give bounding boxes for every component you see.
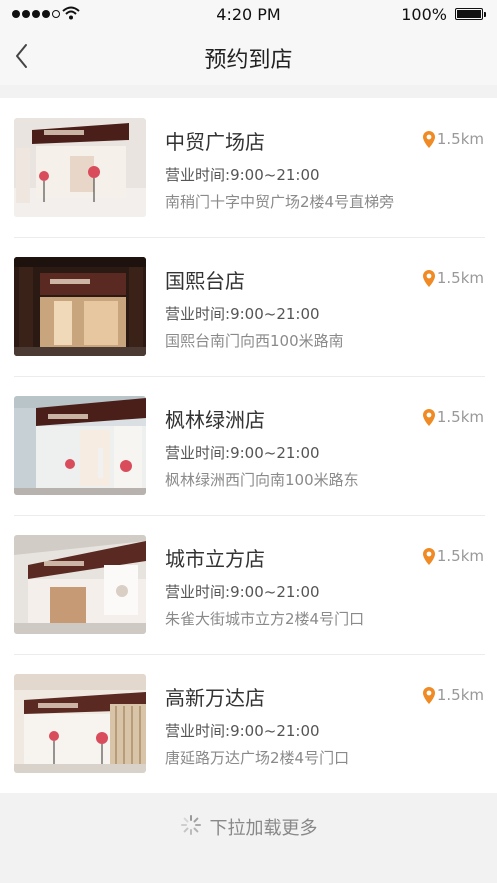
store-distance: 1.5km bbox=[422, 269, 484, 287]
store-name: 国熙台店 bbox=[165, 269, 245, 293]
business-hours: 营业时间:9:00~21:00 bbox=[165, 581, 320, 602]
location-pin-icon bbox=[422, 408, 435, 426]
hours-value: 9:00~21:00 bbox=[230, 583, 320, 601]
distance-value: 1.5km bbox=[436, 269, 484, 287]
store-item[interactable]: 城市立方店 营业时间:9:00~21:00 朱雀大街城市立方2楼4号门口 1.5… bbox=[0, 515, 497, 654]
navigation-bar: 预约到店 bbox=[0, 30, 497, 85]
business-hours: 营业时间:9:00~21:00 bbox=[165, 303, 320, 324]
store-name: 中贸广场店 bbox=[165, 130, 265, 154]
hours-label: 营业时间: bbox=[165, 583, 231, 601]
store-address: 唐延路万达广场2楼4号门口 bbox=[165, 749, 350, 767]
store-name: 高新万达店 bbox=[165, 686, 265, 710]
distance-value: 1.5km bbox=[436, 686, 484, 704]
store-photo bbox=[14, 396, 146, 495]
location-pin-icon bbox=[422, 130, 435, 148]
load-more-indicator[interactable]: 下拉加载更多 bbox=[0, 797, 497, 857]
hours-value: 9:00~21:00 bbox=[230, 444, 320, 462]
store-distance: 1.5km bbox=[422, 547, 484, 565]
hours-value: 9:00~21:00 bbox=[230, 166, 320, 184]
store-name: 枫林绿洲店 bbox=[165, 408, 265, 432]
store-name: 城市立方店 bbox=[165, 547, 265, 571]
store-distance: 1.5km bbox=[422, 130, 484, 148]
status-bar: 4:20 PM 100% bbox=[0, 0, 497, 30]
location-pin-icon bbox=[422, 686, 435, 704]
hours-value: 9:00~21:00 bbox=[230, 305, 320, 323]
store-item[interactable]: 国熙台店 营业时间:9:00~21:00 国熙台南门向西100米路南 1.5km bbox=[0, 237, 497, 376]
store-address: 南稍门十字中贸广场2楼4号直梯旁 bbox=[165, 193, 395, 211]
business-hours: 营业时间:9:00~21:00 bbox=[165, 720, 320, 741]
store-item[interactable]: 高新万达店 营业时间:9:00~21:00 唐延路万达广场2楼4号门口 1.5k… bbox=[0, 654, 497, 793]
distance-value: 1.5km bbox=[436, 547, 484, 565]
hours-value: 9:00~21:00 bbox=[230, 722, 320, 740]
store-photo bbox=[14, 118, 146, 217]
store-item[interactable]: 枫林绿洲店 营业时间:9:00~21:00 枫林绿洲西门向南100米路东 1.5… bbox=[0, 376, 497, 515]
page-title: 预约到店 bbox=[204, 48, 293, 73]
store-list: 中贸广场店 营业时间:9:00~21:00 南稍门十字中贸广场2楼4号直梯旁 1… bbox=[0, 98, 497, 793]
store-photo bbox=[14, 535, 146, 634]
store-photo bbox=[14, 674, 146, 773]
store-address: 朱雀大街城市立方2楼4号门口 bbox=[165, 610, 365, 628]
hours-label: 营业时间: bbox=[165, 305, 231, 323]
business-hours: 营业时间:9:00~21:00 bbox=[165, 442, 320, 463]
hours-label: 营业时间: bbox=[165, 166, 231, 184]
load-more-label: 下拉加载更多 bbox=[209, 818, 318, 839]
distance-value: 1.5km bbox=[436, 130, 484, 148]
store-distance: 1.5km bbox=[422, 686, 484, 704]
location-pin-icon bbox=[422, 269, 435, 287]
store-distance: 1.5km bbox=[422, 408, 484, 426]
hours-label: 营业时间: bbox=[165, 722, 231, 740]
business-hours: 营业时间:9:00~21:00 bbox=[165, 164, 320, 185]
battery-percentage: 100% bbox=[401, 5, 447, 24]
distance-value: 1.5km bbox=[436, 408, 484, 426]
store-address: 枫林绿洲西门向南100米路东 bbox=[165, 471, 359, 489]
store-item[interactable]: 中贸广场店 营业时间:9:00~21:00 南稍门十字中贸广场2楼4号直梯旁 1… bbox=[0, 98, 497, 237]
store-address: 国熙台南门向西100米路南 bbox=[165, 332, 344, 350]
location-pin-icon bbox=[422, 547, 435, 565]
hours-label: 营业时间: bbox=[165, 444, 231, 462]
battery-icon bbox=[455, 8, 486, 20]
loading-spinner-icon bbox=[180, 814, 202, 841]
store-photo bbox=[14, 257, 146, 356]
